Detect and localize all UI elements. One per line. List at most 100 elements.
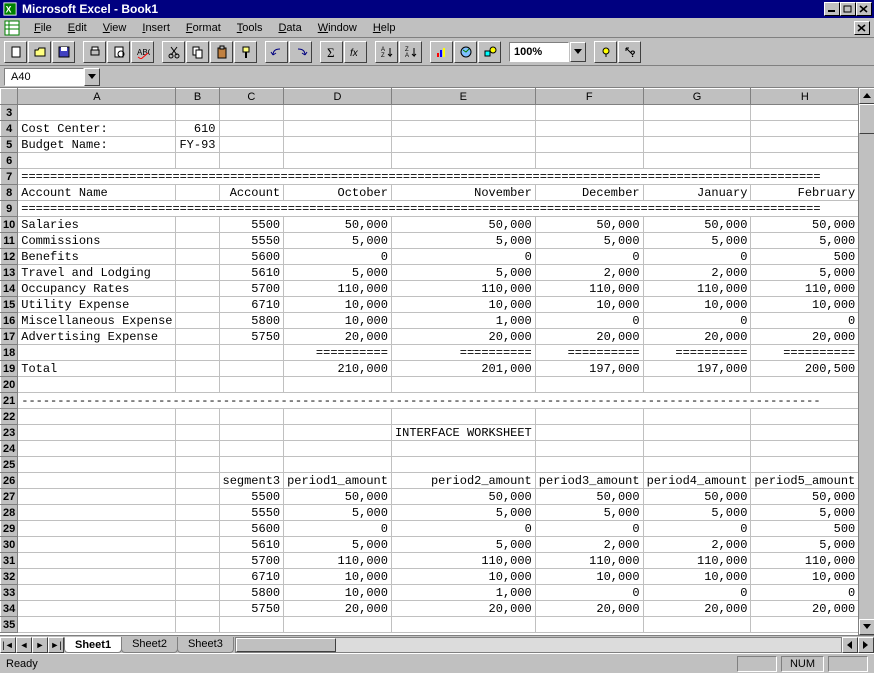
cell[interactable]: 10,000 [284, 569, 392, 585]
cell[interactable]: ========================================… [18, 201, 858, 217]
cell[interactable] [219, 153, 284, 169]
menu-insert[interactable]: Insert [134, 20, 178, 36]
cell[interactable]: 5550 [219, 233, 284, 249]
cell[interactable]: 0 [284, 249, 392, 265]
cell[interactable]: ========== [535, 345, 643, 361]
cell[interactable] [219, 105, 284, 121]
cell[interactable]: 20,000 [643, 329, 751, 345]
cell[interactable] [391, 441, 535, 457]
worksheet-icon[interactable] [4, 20, 20, 36]
cell[interactable]: 50,000 [751, 489, 858, 505]
column-header-H[interactable]: H [751, 89, 858, 105]
cell[interactable]: 0 [284, 521, 392, 537]
cell[interactable]: 50,000 [535, 217, 643, 233]
menu-data[interactable]: Data [270, 20, 309, 36]
cell[interactable]: 5,000 [284, 505, 392, 521]
cell[interactable] [751, 105, 858, 121]
cell[interactable] [176, 569, 219, 585]
row-header-26[interactable]: 26 [1, 473, 18, 489]
cell[interactable]: Account Name [18, 185, 176, 201]
cell[interactable] [219, 345, 284, 361]
row-header-4[interactable]: 4 [1, 121, 18, 137]
cell[interactable]: 500 [751, 249, 858, 265]
cell[interactable]: ----------------------------------------… [18, 393, 858, 409]
cell[interactable] [176, 425, 219, 441]
cell[interactable]: 10,000 [284, 297, 392, 313]
cell[interactable]: 201,000 [391, 361, 535, 377]
cell[interactable] [176, 265, 219, 281]
cell[interactable]: 197,000 [535, 361, 643, 377]
cell[interactable]: 5,000 [643, 505, 751, 521]
row-header-3[interactable]: 3 [1, 105, 18, 121]
cell[interactable]: 5600 [219, 249, 284, 265]
cell[interactable]: period2_amount [391, 473, 535, 489]
cell[interactable] [176, 537, 219, 553]
cell[interactable]: 10,000 [284, 585, 392, 601]
cell[interactable] [18, 441, 176, 457]
cell[interactable]: Budget Name: [18, 137, 176, 153]
cell[interactable] [18, 345, 176, 361]
cell[interactable] [751, 121, 858, 137]
row-header-6[interactable]: 6 [1, 153, 18, 169]
cell[interactable] [176, 521, 219, 537]
cell[interactable] [176, 153, 219, 169]
row-header-20[interactable]: 20 [1, 377, 18, 393]
paste-button[interactable] [210, 41, 233, 63]
cell[interactable] [284, 617, 392, 633]
cell[interactable]: 5,000 [751, 537, 858, 553]
cell[interactable]: 5700 [219, 281, 284, 297]
cell[interactable] [176, 617, 219, 633]
row-header-15[interactable]: 15 [1, 297, 18, 313]
open-button[interactable] [28, 41, 51, 63]
column-header-A[interactable]: A [18, 89, 176, 105]
cell[interactable] [643, 617, 751, 633]
cell[interactable]: 5,000 [284, 265, 392, 281]
cell[interactable]: 5,000 [284, 537, 392, 553]
menu-window[interactable]: Window [310, 20, 365, 36]
name-box-dropdown[interactable] [84, 68, 100, 86]
cell[interactable]: 500 [751, 521, 858, 537]
cell[interactable]: 10,000 [751, 297, 858, 313]
cell[interactable]: 2,000 [535, 537, 643, 553]
cell[interactable]: 5,000 [535, 233, 643, 249]
drawing-button[interactable] [478, 41, 501, 63]
cell[interactable] [219, 409, 284, 425]
cell[interactable]: 20,000 [751, 329, 858, 345]
cell[interactable]: 110,000 [535, 281, 643, 297]
cell[interactable] [18, 601, 176, 617]
column-header-D[interactable]: D [284, 89, 392, 105]
cell[interactable] [18, 617, 176, 633]
cell[interactable]: 5700 [219, 553, 284, 569]
scroll-left-button[interactable] [842, 637, 858, 653]
cell[interactable]: 50,000 [535, 489, 643, 505]
cell[interactable] [219, 441, 284, 457]
cell[interactable]: December [535, 185, 643, 201]
row-header-8[interactable]: 8 [1, 185, 18, 201]
cell[interactable]: Miscellaneous Expense [18, 313, 176, 329]
cell[interactable]: 610 [176, 121, 219, 137]
cell[interactable]: 2,000 [535, 265, 643, 281]
row-header-31[interactable]: 31 [1, 553, 18, 569]
column-header-B[interactable]: B [176, 89, 219, 105]
cell[interactable]: January [643, 185, 751, 201]
row-header-12[interactable]: 12 [1, 249, 18, 265]
cell[interactable] [219, 137, 284, 153]
select-all-corner[interactable] [1, 89, 18, 105]
row-header-23[interactable]: 23 [1, 425, 18, 441]
cell[interactable]: 20,000 [751, 601, 858, 617]
cell[interactable]: 5500 [219, 489, 284, 505]
row-header-35[interactable]: 35 [1, 617, 18, 633]
cell[interactable] [643, 121, 751, 137]
cell[interactable]: 5750 [219, 329, 284, 345]
cell[interactable]: ========== [643, 345, 751, 361]
sheet-tab-sheet1[interactable]: Sheet1 [64, 637, 122, 653]
cell[interactable]: Salaries [18, 217, 176, 233]
cell[interactable] [219, 617, 284, 633]
cell[interactable] [18, 377, 176, 393]
cell[interactable] [643, 457, 751, 473]
cell[interactable] [18, 521, 176, 537]
cell[interactable]: ========== [391, 345, 535, 361]
cell[interactable] [391, 617, 535, 633]
cell[interactable]: 0 [751, 585, 858, 601]
column-header-F[interactable]: F [535, 89, 643, 105]
